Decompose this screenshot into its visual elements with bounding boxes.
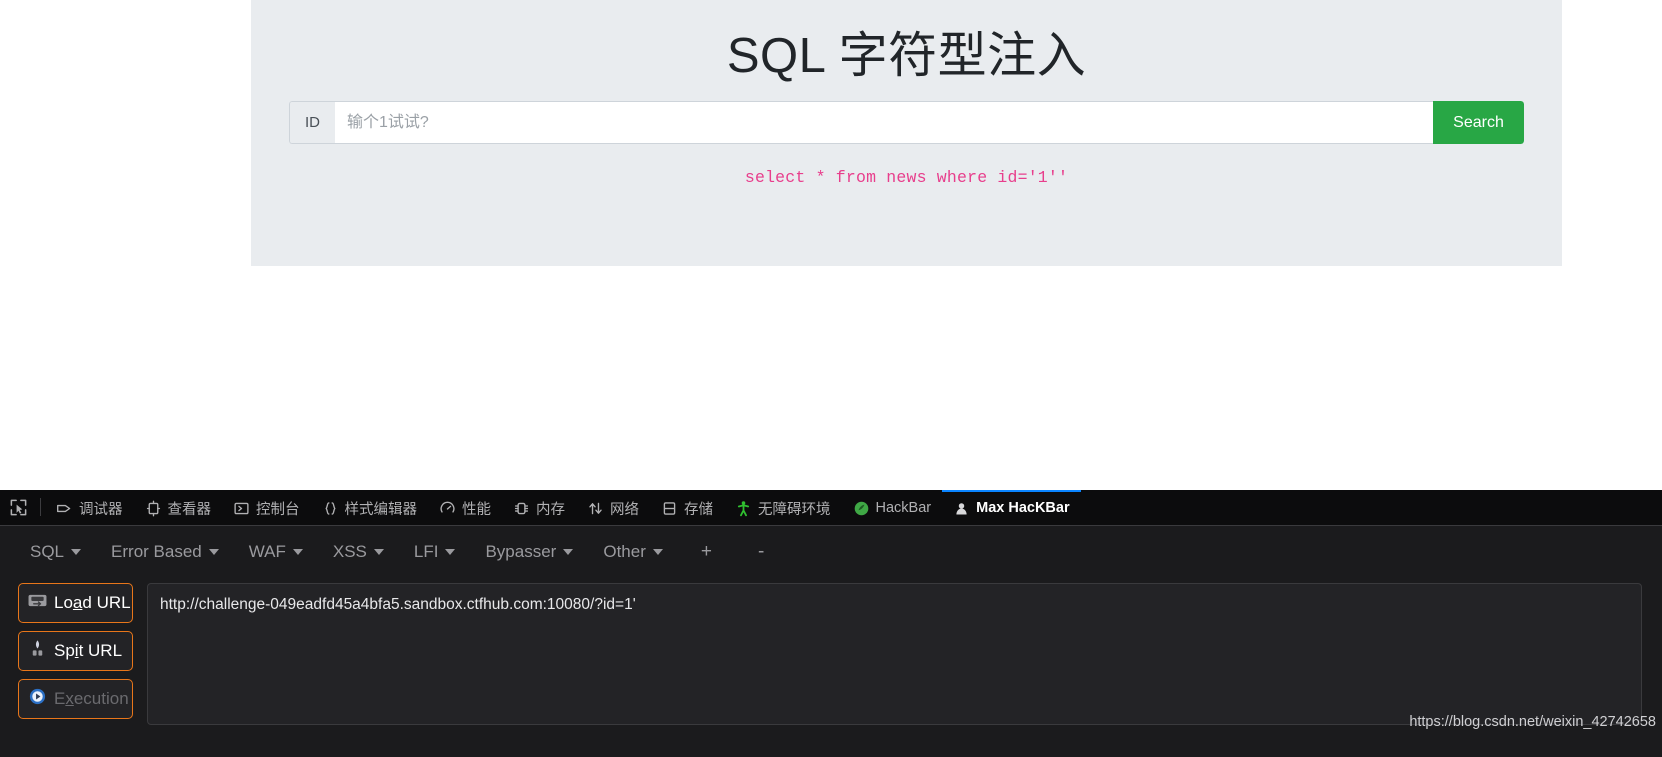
spit-url-button[interactable]: Spit URL xyxy=(18,631,133,671)
hackbar-icon xyxy=(853,500,870,517)
tab-inspector-label: 查看器 xyxy=(167,501,212,518)
id-input[interactable] xyxy=(335,101,1433,144)
spit-url-icon xyxy=(27,639,48,663)
max-hackbar-panel: SQL Error Based WAF XSS LFI Bypasser Oth… xyxy=(0,525,1662,757)
tab-accessibility[interactable]: 无障碍环境 xyxy=(724,490,842,524)
chevron-down-icon xyxy=(563,548,574,555)
id-search-group: ID Search xyxy=(289,101,1524,144)
menu-lfi[interactable]: LFI xyxy=(412,540,458,564)
load-url-icon xyxy=(27,592,48,614)
style-editor-icon xyxy=(322,500,339,517)
tab-memory[interactable]: 内存 xyxy=(502,490,576,524)
watermark-text: https://blog.csdn.net/weixin_42742658 xyxy=(1409,714,1656,730)
execution-label: Execution xyxy=(54,689,129,708)
page-title: SQL 字符型注入 xyxy=(726,29,1087,83)
tab-console-label: 控制台 xyxy=(256,501,300,518)
id-label: ID xyxy=(289,101,335,144)
accessibility-icon xyxy=(735,500,752,517)
devtools-panel: 调试器 查看器 控制台 样式编辑器 性能 内存 网络 存储 无障碍环境 Hack… xyxy=(0,490,1662,757)
tab-performance-label: 性能 xyxy=(462,501,491,518)
chevron-down-icon xyxy=(292,548,303,555)
execution-button[interactable]: Execution xyxy=(18,679,133,719)
spit-url-label: Spit URL xyxy=(54,641,123,660)
menu-bypasser-label: Bypasser xyxy=(485,541,557,561)
performance-icon xyxy=(439,500,456,517)
memory-icon xyxy=(513,500,530,517)
tab-hackbar-label: HackBar xyxy=(875,500,932,516)
menu-sql-label: SQL xyxy=(30,541,65,561)
tab-performance[interactable]: 性能 xyxy=(428,490,502,524)
tab-network[interactable]: 网络 xyxy=(576,490,650,524)
max-hackbar-icon xyxy=(953,500,970,517)
console-icon xyxy=(233,500,250,517)
element-picker-icon xyxy=(10,499,26,515)
menu-error-based[interactable]: Error Based xyxy=(109,540,221,564)
tab-debugger-label: 调试器 xyxy=(79,501,123,518)
devtools-tabbar: 调试器 查看器 控制台 样式编辑器 性能 内存 网络 存储 无障碍环境 Hack… xyxy=(0,490,1662,525)
hackbar-body: Load URL Spit URL Execution http://chall… xyxy=(0,578,1662,725)
tab-storage-label: 存储 xyxy=(684,501,713,518)
element-picker-button[interactable] xyxy=(0,490,36,524)
network-icon xyxy=(587,500,604,517)
challenge-jumbotron: SQL 字符型注入 ID Search select * from news w… xyxy=(251,0,1562,266)
menu-error-based-label: Error Based xyxy=(111,541,202,561)
menu-sql[interactable]: SQL xyxy=(28,540,83,564)
hackbar-menubar: SQL Error Based WAF XSS LFI Bypasser Oth… xyxy=(0,526,1662,578)
menu-other-label: Other xyxy=(603,541,646,561)
tab-network-label: 网络 xyxy=(610,501,639,518)
tab-max-hackbar-label: Max HacKBar xyxy=(976,500,1070,516)
load-url-button[interactable]: Load URL xyxy=(18,583,133,623)
tab-memory-label: 内存 xyxy=(536,501,565,518)
url-input[interactable]: http://challenge-049eadfd45a4bfa5.sandbo… xyxy=(147,583,1642,725)
menu-waf-label: WAF xyxy=(248,541,286,561)
remove-tab-button[interactable]: - xyxy=(748,541,774,563)
storage-icon xyxy=(661,500,678,517)
tab-accessibility-label: 无障碍环境 xyxy=(758,501,831,518)
tab-style-editor[interactable]: 样式编辑器 xyxy=(311,490,429,524)
chevron-down-icon xyxy=(445,548,456,555)
chevron-down-icon xyxy=(208,548,219,555)
inspector-icon xyxy=(145,500,162,517)
add-tab-button[interactable]: + xyxy=(691,541,722,563)
execution-icon xyxy=(27,687,48,711)
hackbar-action-buttons: Load URL Spit URL Execution xyxy=(18,578,133,725)
debugger-icon xyxy=(56,500,73,517)
chevron-down-icon xyxy=(373,548,384,555)
chevron-down-icon xyxy=(652,548,663,555)
screenshot-root: SQL 字符型注入 ID Search select * from news w… xyxy=(0,0,1662,757)
chevron-down-icon xyxy=(71,548,82,555)
load-url-label: Load URL xyxy=(54,593,131,612)
tab-debugger[interactable]: 调试器 xyxy=(45,490,134,524)
tab-storage[interactable]: 存储 xyxy=(650,490,724,524)
tab-inspector[interactable]: 查看器 xyxy=(134,490,223,524)
tab-hackbar[interactable]: HackBar xyxy=(842,490,943,524)
browser-content-area: SQL 字符型注入 ID Search select * from news w… xyxy=(0,0,1662,490)
menu-waf[interactable]: WAF xyxy=(247,540,305,564)
tab-console[interactable]: 控制台 xyxy=(222,490,311,524)
tab-style-editor-label: 样式编辑器 xyxy=(344,501,418,518)
menu-bypasser[interactable]: Bypasser xyxy=(483,540,575,564)
toolbar-divider xyxy=(40,498,41,516)
menu-xss[interactable]: XSS xyxy=(331,540,386,564)
tab-max-hackbar[interactable]: Max HacKBar xyxy=(942,490,1081,524)
search-button[interactable]: Search xyxy=(1433,101,1524,144)
menu-xss-label: XSS xyxy=(332,541,367,561)
menu-other[interactable]: Other xyxy=(601,540,665,564)
menu-lfi-label: LFI xyxy=(413,541,439,561)
sql-query-output: select * from news where id='1'' xyxy=(744,168,1069,187)
